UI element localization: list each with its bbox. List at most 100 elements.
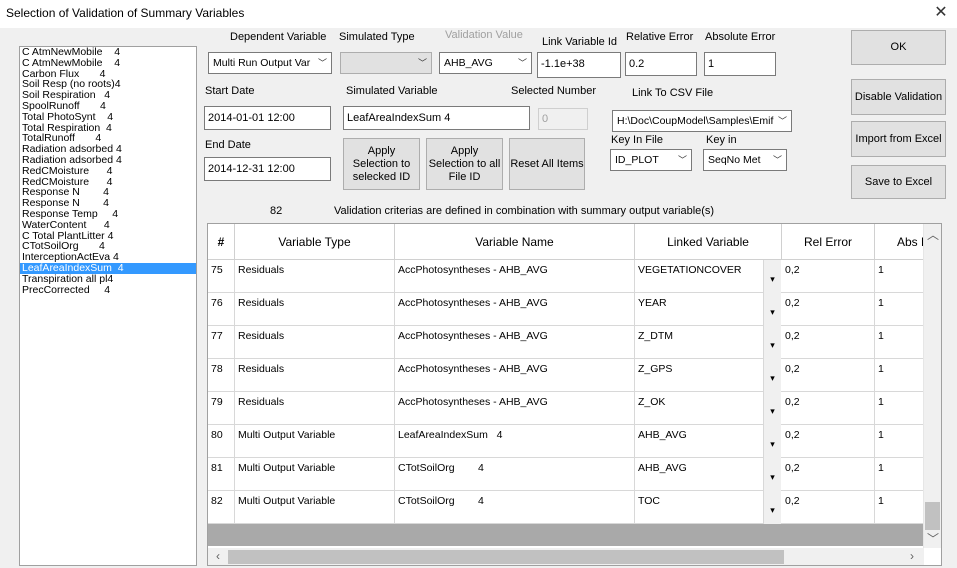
scroll-right-icon[interactable]: ›	[904, 549, 920, 563]
key-in-file-select[interactable]: ID_PLOT ﹀	[610, 149, 692, 171]
horizontal-scroll-thumb[interactable]	[228, 550, 784, 564]
cell-variable-name[interactable]: AccPhotosyntheses - AHB_AVG	[395, 260, 635, 293]
dependent-variable-select[interactable]: Multi Run Output Var ﹀	[208, 52, 332, 74]
cell-rel-error[interactable]: 0,2	[782, 458, 875, 491]
cell-linked-variable[interactable]: Z_GPS	[635, 359, 763, 392]
table-row[interactable]: 80 Multi Output Variable LeafAreaIndexSum …	[208, 425, 924, 458]
cell-variable-name[interactable]: CTotSoilOrg 4	[395, 491, 635, 524]
link-variable-id-input[interactable]: -1.1e+38	[537, 52, 621, 78]
col-header-variable-type[interactable]: Variable Type	[235, 224, 395, 260]
cell-variable-name[interactable]: AccPhotosyntheses - AHB_AVG	[395, 293, 635, 326]
summary-variable-list[interactable]: C AtmNewMobile 4C AtmNewMobile 4 Carbon F…	[19, 46, 197, 566]
dropdown-arrow-icon[interactable]: ▾	[763, 326, 781, 359]
cell-rel-error[interactable]: 0,2	[782, 491, 875, 524]
validation-value-select[interactable]: AHB_AVG ﹀	[439, 52, 532, 74]
cell-abs-error[interactable]: 1	[875, 392, 924, 425]
reset-all-button[interactable]: Reset All Items	[509, 138, 585, 190]
table-row[interactable]: 78 Residuals AccPhotosyntheses - AHB_AVG Z_…	[208, 359, 924, 392]
cell-variable-type[interactable]: Multi Output Variable	[235, 491, 395, 524]
cell-variable-type[interactable]: Residuals	[235, 326, 395, 359]
col-header-rel-error[interactable]: Rel Error	[782, 224, 875, 260]
table-row[interactable]: 79 Residuals AccPhotosyntheses - AHB_AVG Z_…	[208, 392, 924, 425]
import-excel-button[interactable]: Import from Excel	[851, 121, 946, 157]
cell-variable-type[interactable]: Residuals	[235, 293, 395, 326]
cell-variable-type[interactable]: Residuals	[235, 392, 395, 425]
end-date-input[interactable]: 2014-12-31 12:00	[204, 157, 331, 181]
scroll-up-icon[interactable]: ︿	[925, 226, 941, 243]
cell-num[interactable]: 78	[208, 359, 235, 392]
dropdown-arrow-icon[interactable]: ▾	[763, 359, 781, 392]
cell-rel-error[interactable]: 0,2	[782, 359, 875, 392]
apply-selected-button[interactable]: Apply Selection to selecked ID	[343, 138, 420, 190]
close-icon[interactable]: ✕	[932, 3, 950, 23]
dropdown-arrow-icon[interactable]: ▾	[763, 491, 781, 524]
cell-linked-variable[interactable]: AHB_AVG	[635, 425, 763, 458]
horizontal-scrollbar[interactable]: ‹ ›	[208, 548, 924, 565]
cell-abs-error[interactable]: 1	[875, 260, 924, 293]
link-csv-select[interactable]: H:\Doc\CoupModel\Samples\Emif ﹀	[612, 110, 792, 132]
cell-abs-error[interactable]: 1	[875, 491, 924, 524]
scroll-left-icon[interactable]: ‹	[210, 549, 226, 563]
cell-rel-error[interactable]: 0,2	[782, 392, 875, 425]
cell-linked-variable[interactable]: Z_DTM	[635, 326, 763, 359]
cell-num[interactable]: 82	[208, 491, 235, 524]
cell-variable-type[interactable]: Multi Output Variable	[235, 425, 395, 458]
cell-rel-error[interactable]: 0,2	[782, 260, 875, 293]
cell-abs-error[interactable]: 1	[875, 425, 924, 458]
list-item[interactable]: WaterContent 4	[20, 219, 196, 231]
col-header-num[interactable]: #	[208, 224, 235, 260]
start-date-input[interactable]: 2014-01-01 12:00	[204, 106, 331, 130]
cell-variable-name[interactable]: AccPhotosyntheses - AHB_AVG	[395, 326, 635, 359]
dropdown-arrow-icon[interactable]: ▾	[763, 293, 781, 326]
cell-num[interactable]: 80	[208, 425, 235, 458]
cell-variable-type[interactable]: Multi Output Variable	[235, 458, 395, 491]
cell-variable-type[interactable]: Residuals	[235, 359, 395, 392]
cell-rel-error[interactable]: 0,2	[782, 326, 875, 359]
cell-rel-error[interactable]: 0,2	[782, 425, 875, 458]
simulated-variable-input[interactable]: LeafAreaIndexSum 4	[343, 106, 530, 130]
cell-abs-error[interactable]: 1	[875, 293, 924, 326]
cell-num[interactable]: 75	[208, 260, 235, 293]
cell-variable-name[interactable]: CTotSoilOrg 4	[395, 458, 635, 491]
cell-num[interactable]: 79	[208, 392, 235, 425]
cell-linked-variable[interactable]: AHB_AVG	[635, 458, 763, 491]
col-header-variable-name[interactable]: Variable Name	[395, 224, 635, 260]
list-item[interactable]: Total PhotoSynt 4	[20, 111, 196, 123]
dropdown-arrow-icon[interactable]: ▾	[763, 458, 781, 491]
simulated-type-select[interactable]: ﹀	[340, 52, 432, 74]
cell-linked-variable[interactable]: TOC	[635, 491, 763, 524]
cell-abs-error[interactable]: 1	[875, 458, 924, 491]
dropdown-arrow-icon[interactable]: ▾	[763, 392, 781, 425]
list-item[interactable]: PrecCorrected 4	[20, 284, 196, 296]
table-row[interactable]: 77 Residuals AccPhotosyntheses - AHB_AVG Z_…	[208, 326, 924, 359]
cell-num[interactable]: 77	[208, 326, 235, 359]
scroll-down-icon[interactable]: ﹀	[925, 530, 941, 547]
cell-rel-error[interactable]: 0,2	[782, 293, 875, 326]
vertical-scrollbar[interactable]: ︿ ﹀	[923, 224, 941, 548]
cell-variable-type[interactable]: Residuals	[235, 260, 395, 293]
cell-num[interactable]: 81	[208, 458, 235, 491]
list-item[interactable]: Transpiration all pl4	[20, 273, 196, 285]
cell-abs-error[interactable]: 1	[875, 326, 924, 359]
cell-linked-variable[interactable]: VEGETATIONCOVER	[635, 260, 763, 293]
table-row[interactable]: 75 Residuals AccPhotosyntheses - AHB_AVG VE…	[208, 260, 924, 293]
validation-grid[interactable]: # Variable Type Variable Name Linked Var…	[207, 223, 942, 566]
table-row[interactable]: 76 Residuals AccPhotosyntheses - AHB_AVG YE…	[208, 293, 924, 326]
list-item[interactable]: RedCMoisture 4	[20, 165, 196, 177]
table-row[interactable]: 81 Multi Output Variable CTotSoilOrg 4 AHB_…	[208, 458, 924, 491]
save-excel-button[interactable]: Save to Excel	[851, 165, 946, 199]
apply-all-button[interactable]: Apply Selection to all File ID	[426, 138, 503, 190]
dropdown-arrow-icon[interactable]: ▾	[763, 425, 781, 458]
cell-linked-variable[interactable]: Z_OK	[635, 392, 763, 425]
cell-abs-error[interactable]: 1	[875, 359, 924, 392]
vertical-scroll-thumb[interactable]	[925, 502, 940, 530]
ok-button[interactable]: OK	[851, 30, 946, 65]
dropdown-arrow-icon[interactable]: ▾	[763, 260, 781, 293]
cell-variable-name[interactable]: AccPhotosyntheses - AHB_AVG	[395, 392, 635, 425]
disable-validation-button[interactable]: Disable Validation	[851, 79, 946, 115]
cell-linked-variable[interactable]: YEAR	[635, 293, 763, 326]
cell-num[interactable]: 76	[208, 293, 235, 326]
col-header-linked-variable[interactable]: Linked Variable	[635, 224, 782, 260]
absolute-error-input[interactable]: 1	[704, 52, 776, 76]
cell-variable-name[interactable]: AccPhotosyntheses - AHB_AVG	[395, 359, 635, 392]
